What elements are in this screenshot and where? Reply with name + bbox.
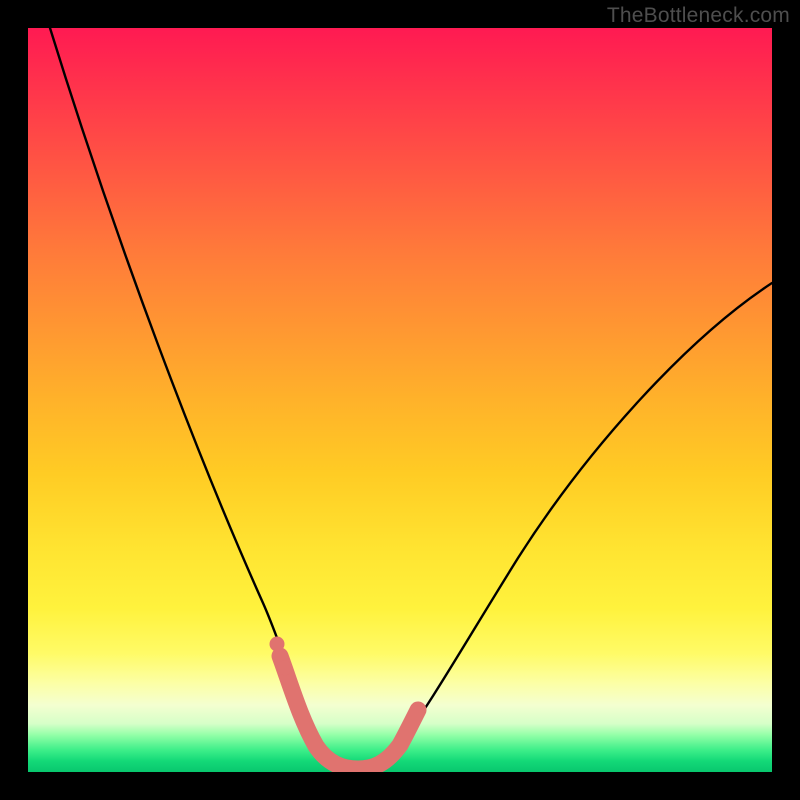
- marker-dot: [278, 661, 293, 676]
- watermark-text: TheBottleneck.com: [607, 4, 790, 28]
- curve-layer: [28, 28, 772, 772]
- marker-band: [280, 656, 418, 769]
- marker-dot: [270, 637, 285, 652]
- chart-frame: TheBottleneck.com: [0, 0, 800, 800]
- bottleneck-curve: [50, 28, 772, 768]
- plot-area: [28, 28, 772, 772]
